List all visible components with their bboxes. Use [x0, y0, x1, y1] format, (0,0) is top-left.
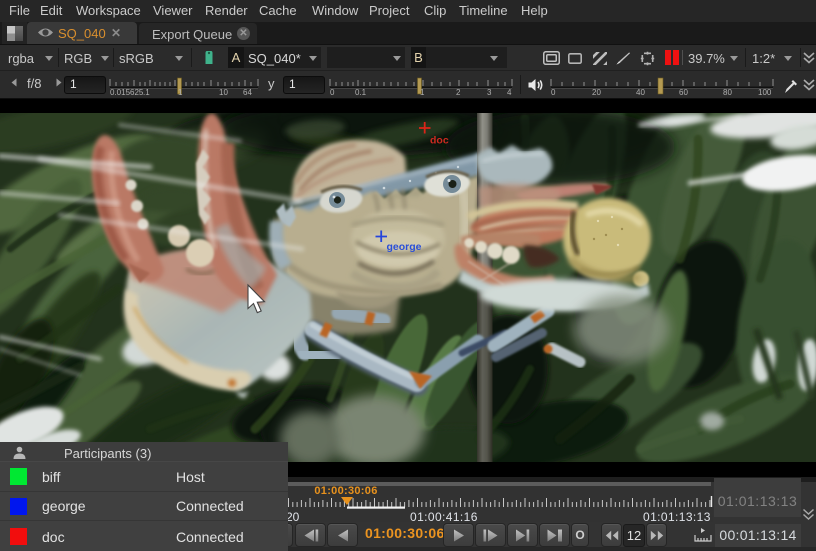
svg-text:doc: doc [430, 135, 449, 147]
svg-text:george: george [387, 241, 422, 253]
